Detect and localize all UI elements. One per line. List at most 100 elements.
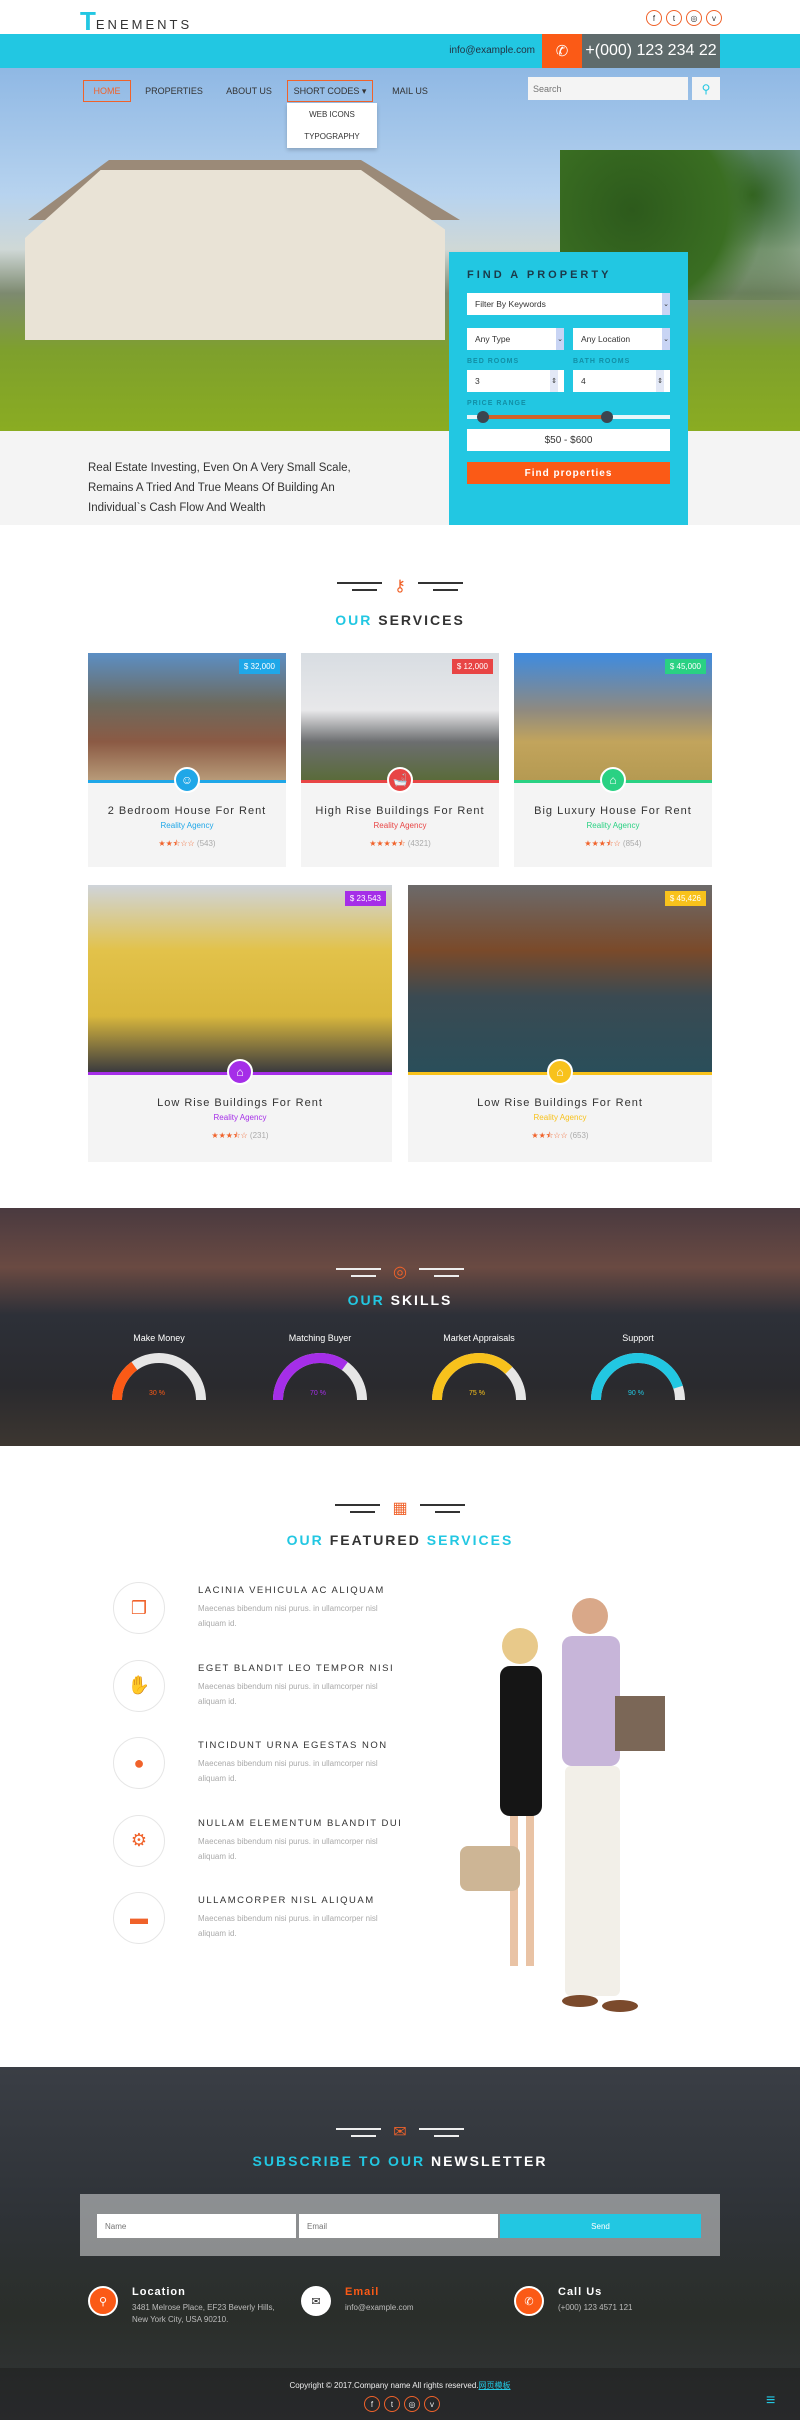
contact-call: ✆ Call Us (+000) 123 4571 121 bbox=[514, 2286, 633, 2316]
footer-bar bbox=[0, 2368, 800, 2420]
contact-title: Call Us bbox=[558, 2286, 603, 2298]
property-image[interactable]: $ 32,000 ☺ bbox=[88, 653, 286, 793]
property-image[interactable]: $ 45,000 ⌂ bbox=[514, 653, 712, 793]
instagram-icon[interactable]: ◎ bbox=[686, 10, 702, 26]
scroll-top-icon[interactable]: ≡ bbox=[766, 2392, 775, 2410]
star-rating-icon: ★★★★⯪ bbox=[369, 839, 406, 848]
skill-gauge bbox=[591, 1353, 685, 1401]
facebook-icon[interactable]: f bbox=[646, 10, 662, 26]
price-badge: $ 32,000 bbox=[238, 659, 280, 674]
bed-rooms-stepper[interactable]: 3 ⇕ bbox=[467, 370, 564, 392]
star-rating-icon: ★★⯪☆☆ bbox=[158, 839, 195, 848]
skill-label: Make Money bbox=[133, 1333, 185, 1343]
feature-item: ULLAMCORPER NISL ALIQUAM Maecenas bibendu… bbox=[198, 1895, 388, 1941]
home-icon: ⌂ bbox=[600, 767, 626, 793]
property-image[interactable]: $ 45,426 ⌂ bbox=[408, 885, 712, 1085]
contact-email: ✉ Email info@example.com bbox=[301, 2286, 414, 2316]
dropdown-web-icons[interactable]: WEB ICONS bbox=[287, 103, 377, 125]
short-codes-dropdown: WEB ICONS TYPOGRAPHY bbox=[287, 103, 377, 148]
property-title[interactable]: Low Rise Buildings For Rent bbox=[408, 1097, 712, 1109]
chevron-down-icon: ⌄ bbox=[662, 328, 670, 350]
property-title[interactable]: Low Rise Buildings For Rent bbox=[88, 1097, 392, 1109]
property-card[interactable]: $ 32,000 ☺ 2 Bedroom House For Rent Real… bbox=[88, 653, 286, 867]
skills-background bbox=[0, 1208, 800, 1446]
header-phone: +(000) 123 234 22 bbox=[582, 34, 720, 68]
cubes-icon: ❒ bbox=[113, 1582, 165, 1634]
skill-percent: 75 % bbox=[469, 1390, 485, 1397]
nav-home[interactable]: HOME bbox=[83, 80, 131, 102]
header-email[interactable]: info@example.com bbox=[449, 45, 535, 56]
newsletter-ornament: ✉ bbox=[0, 2122, 800, 2142]
search-input[interactable] bbox=[528, 77, 688, 100]
review-count: (653) bbox=[569, 1131, 589, 1140]
star-rating-icon: ★★★⯪☆ bbox=[584, 839, 621, 848]
property-agency: Reality Agency bbox=[373, 821, 427, 830]
feature-desc: Maecenas bibendum nisi purus. in ullamco… bbox=[198, 1914, 378, 1938]
slider-fill bbox=[483, 415, 608, 419]
vimeo-icon[interactable]: v bbox=[424, 2396, 440, 2412]
price-range-value: $50 - $600 bbox=[467, 429, 670, 451]
star-rating-icon: ★★⯪☆☆ bbox=[531, 1131, 568, 1140]
feature-item: LACINIA VEHICULA AC ALIQUAM Maecenas bibe… bbox=[198, 1585, 388, 1631]
bed-rooms-label: BED ROOMS bbox=[467, 358, 520, 365]
feature-title: LACINIA VEHICULA AC ALIQUAM bbox=[198, 1585, 385, 1596]
slider-handle-max[interactable] bbox=[601, 411, 614, 423]
spinner-icon[interactable]: ⇕ bbox=[550, 370, 558, 392]
hero-house bbox=[25, 170, 445, 340]
feature-desc: Maecenas bibendum nisi purus. in ullamco… bbox=[198, 1604, 378, 1628]
type-select[interactable]: Any Type ⌄ bbox=[467, 328, 564, 350]
property-image[interactable]: $ 12,000 🛁 bbox=[301, 653, 499, 793]
instagram-icon[interactable]: ◎ bbox=[404, 2396, 420, 2412]
twitter-icon[interactable]: t bbox=[666, 10, 682, 26]
price-badge: $ 45,426 bbox=[664, 891, 706, 906]
bath-rooms-stepper[interactable]: 4 ⇕ bbox=[573, 370, 670, 392]
nav-mail-us[interactable]: MAIL US bbox=[388, 80, 432, 102]
property-card[interactable]: $ 12,000 🛁 High Rise Buildings For Rent … bbox=[301, 653, 499, 867]
spinner-icon[interactable]: ⇕ bbox=[656, 370, 664, 392]
slider-handle-min[interactable] bbox=[477, 411, 490, 423]
find-properties-button[interactable]: Find properties bbox=[467, 462, 670, 484]
rating: ★★⯪☆☆ (653) bbox=[408, 1130, 712, 1144]
featured-ornament: ▦ bbox=[0, 1498, 800, 1518]
footer-link[interactable]: 网页模板 bbox=[479, 2381, 511, 2390]
name-input[interactable] bbox=[97, 2214, 296, 2238]
price-badge: $ 45,000 bbox=[664, 659, 706, 674]
email-input[interactable] bbox=[299, 2214, 498, 2238]
facebook-icon[interactable]: f bbox=[364, 2396, 380, 2412]
keywords-select[interactable]: Filter By Keywords ⌄ bbox=[467, 293, 670, 315]
phone-icon: ✆ bbox=[542, 34, 582, 68]
twitter-icon[interactable]: t bbox=[384, 2396, 400, 2412]
bed-value: 3 bbox=[475, 376, 480, 386]
nav-properties[interactable]: PROPERTIES bbox=[145, 80, 203, 102]
gear-icon: ⚙ bbox=[113, 1814, 165, 1867]
property-agency: Reality Agency bbox=[533, 1113, 587, 1122]
contact-text[interactable]: info@example.com bbox=[345, 2302, 414, 2314]
price-slider[interactable] bbox=[467, 411, 670, 423]
skill-percent: 90 % bbox=[628, 1390, 644, 1397]
feature-desc: Maecenas bibendum nisi purus. in ullamco… bbox=[198, 1836, 378, 1861]
search-button[interactable]: ⚲ bbox=[692, 77, 720, 100]
property-title[interactable]: Big Luxury House For Rent bbox=[514, 805, 712, 817]
newsletter-title: SUBSCRIBE TO OUR NEWSLETTER bbox=[252, 2153, 548, 2169]
vimeo-icon[interactable]: v bbox=[706, 10, 722, 26]
property-image[interactable]: $ 23,543 ⌂ bbox=[88, 885, 392, 1085]
feature-item: EGET BLANDIT LEO TEMPOR NISI Maecenas bib… bbox=[198, 1663, 394, 1709]
location-select[interactable]: Any Location ⌄ bbox=[573, 328, 670, 350]
property-title[interactable]: 2 Bedroom House For Rent bbox=[88, 805, 286, 817]
price-range-label: PRICE RANGE bbox=[467, 400, 527, 407]
bath-rooms-label: BATH ROOMS bbox=[573, 358, 631, 365]
logo-text: ENEMENTS bbox=[95, 17, 193, 32]
property-agency: Reality Agency bbox=[160, 821, 214, 830]
property-card[interactable]: $ 45,000 ⌂ Big Luxury House For Rent Rea… bbox=[514, 653, 712, 867]
property-card[interactable]: $ 45,426 ⌂ Low Rise Buildings For Rent R… bbox=[408, 885, 712, 1162]
logo[interactable]: T ENEMENTS bbox=[80, 6, 193, 34]
contact-text: 3481 Melrose Place, EF23 Beverly Hills, … bbox=[132, 2303, 275, 2324]
bath-icon: 🛁 bbox=[387, 767, 413, 793]
property-card[interactable]: $ 23,543 ⌂ Low Rise Buildings For Rent R… bbox=[88, 885, 392, 1162]
property-title[interactable]: High Rise Buildings For Rent bbox=[301, 805, 499, 817]
send-button[interactable]: Send bbox=[500, 2214, 701, 2238]
dropdown-typography[interactable]: TYPOGRAPHY bbox=[287, 125, 377, 147]
skills-ornament: ◎ bbox=[0, 1262, 800, 1282]
nav-short-codes[interactable]: SHORT CODES ▾ bbox=[287, 80, 373, 102]
nav-about-us[interactable]: ABOUT US bbox=[222, 80, 276, 102]
